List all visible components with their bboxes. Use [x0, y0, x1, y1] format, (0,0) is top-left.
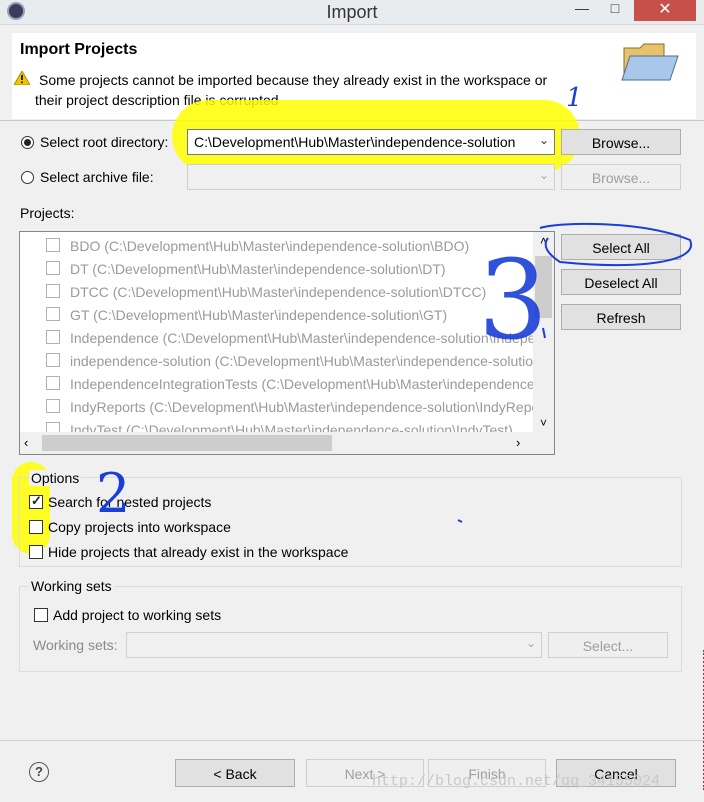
browse-archive-button[interactable]: Browse...: [561, 164, 681, 190]
warning-icon: [13, 69, 31, 86]
copy-projects-label: Copy projects into workspace: [48, 519, 231, 535]
window-title: Import: [326, 2, 378, 22]
hide-existing-checkbox[interactable]: [29, 545, 43, 559]
root-directory-label: Select root directory:: [40, 134, 169, 150]
working-sets-label: Working sets:: [33, 637, 118, 653]
project-checkbox[interactable]: [46, 353, 60, 367]
list-item[interactable]: DTCC (C:\Development\Hub\Master\independ…: [70, 284, 486, 306]
vertical-scroll-thumb[interactable]: [535, 256, 552, 318]
help-icon[interactable]: ?: [29, 762, 49, 782]
list-item[interactable]: independence-solution (C:\Development\Hu…: [70, 353, 546, 375]
archive-file-combo[interactable]: ⌄: [187, 164, 555, 190]
select-all-button[interactable]: Select All: [561, 234, 681, 260]
scroll-down-icon[interactable]: ˅: [533, 416, 554, 430]
hide-existing-label: Hide projects that already exist in the …: [48, 544, 349, 560]
root-directory-value: C:\Development\Hub\Master\independence-s…: [194, 134, 516, 150]
scroll-right-icon[interactable]: ›: [516, 435, 520, 450]
add-to-working-sets-label: Add project to working sets: [53, 607, 222, 623]
working-sets-select-button[interactable]: Select...: [548, 632, 668, 658]
edge-marks: [699, 650, 704, 790]
options-label: Options: [29, 470, 82, 486]
scroll-left-icon[interactable]: ‹: [24, 435, 28, 450]
projects-list[interactable]: BDO (C:\Development\Hub\Master\independe…: [19, 231, 555, 455]
root-directory-combo[interactable]: C:\Development\Hub\Master\independence-s…: [187, 129, 555, 155]
root-directory-radio[interactable]: [21, 136, 34, 149]
add-to-working-sets-checkbox[interactable]: [34, 608, 48, 622]
archive-file-radio[interactable]: [21, 171, 34, 184]
horizontal-scroll-thumb[interactable]: [42, 435, 332, 451]
working-sets-group-label: Working sets: [29, 578, 114, 594]
warning-message-line1: Some projects cannot be imported because…: [39, 72, 548, 88]
chevron-down-icon: ⌄: [538, 168, 549, 182]
projects-label: Projects:: [20, 205, 75, 221]
page-title: Import Projects: [20, 41, 138, 58]
list-item[interactable]: BDO (C:\Development\Hub\Master\independe…: [70, 238, 469, 260]
list-item[interactable]: IndependenceIntegrationTests (C:\Develop…: [70, 376, 554, 398]
copy-projects-checkbox[interactable]: [29, 520, 43, 534]
list-item[interactable]: Independence (C:\Development\Hub\Master\…: [70, 330, 554, 352]
working-sets-group: [19, 586, 682, 672]
project-checkbox[interactable]: [46, 284, 60, 298]
close-button[interactable]: ✕: [634, 0, 696, 21]
deselect-all-button[interactable]: Deselect All: [561, 269, 681, 295]
search-nested-label: Search for nested projects: [48, 494, 212, 510]
minimize-button[interactable]: —: [570, 0, 594, 20]
refresh-button[interactable]: Refresh: [561, 304, 681, 330]
maximize-button[interactable]: □: [603, 0, 627, 20]
project-checkbox[interactable]: [46, 376, 60, 390]
watermark: http://blog.csdn.net/qq_34155024: [372, 773, 661, 790]
project-checkbox[interactable]: [46, 330, 60, 344]
browse-root-button[interactable]: Browse...: [561, 129, 681, 155]
list-item[interactable]: IndyReports (C:\Development\Hub\Master\i…: [70, 399, 554, 421]
folder-icon: [620, 40, 682, 84]
project-checkbox[interactable]: [46, 307, 60, 321]
chevron-down-icon: ⌄: [525, 636, 536, 650]
chevron-down-icon: ⌄: [538, 133, 549, 147]
project-checkbox[interactable]: [46, 261, 60, 275]
list-item[interactable]: GT (C:\Development\Hub\Master\independen…: [70, 307, 447, 329]
list-item[interactable]: DT (C:\Development\Hub\Master\independen…: [70, 261, 446, 283]
project-checkbox[interactable]: [46, 238, 60, 252]
working-sets-combo[interactable]: ⌄: [126, 632, 542, 658]
project-checkbox[interactable]: [46, 399, 60, 413]
search-nested-checkbox[interactable]: [29, 493, 43, 509]
scroll-up-icon[interactable]: ˄: [533, 234, 554, 248]
footer-separator: [0, 740, 704, 741]
archive-file-label: Select archive file:: [40, 169, 154, 185]
back-button[interactable]: < Back: [175, 759, 295, 787]
